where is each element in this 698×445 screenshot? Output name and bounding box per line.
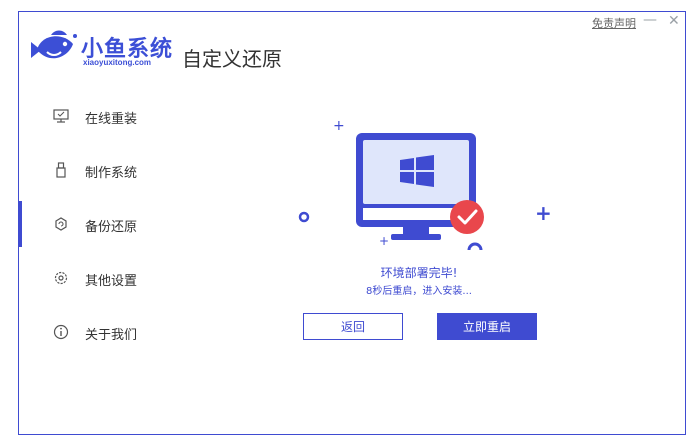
- sidebar-item-about-us[interactable]: 关于我们: [19, 312, 149, 352]
- plus-decoration-icon: +: [379, 234, 389, 248]
- app-url: xiaoyuxitong.com: [83, 58, 152, 67]
- status-countdown: 8秒后重启，进入安装...: [366, 286, 472, 297]
- app-logo: 小鱼系统 xiaoyuxitong.com: [29, 26, 179, 72]
- sidebar-item-online-reinstall[interactable]: 在线重装: [19, 96, 149, 136]
- app-window: 小鱼系统 xiaoyuxitong.com 自定义还原 免责声明 — ✕ 在线重…: [18, 11, 686, 435]
- disclaimer-link[interactable]: 免责声明: [592, 15, 636, 31]
- plus-decoration-icon: +: [333, 118, 345, 134]
- monitor-icon: [53, 109, 69, 123]
- minimize-button[interactable]: —: [643, 12, 657, 28]
- check-badge-icon: [450, 200, 484, 234]
- sidebar-item-label: 制作系统: [85, 166, 138, 181]
- gear-icon: [54, 271, 68, 285]
- sidebar-item-make-system[interactable]: 制作系统: [19, 150, 149, 190]
- deploy-complete-illustration: + + +: [298, 118, 552, 251]
- sidebar-item-label: 备份还原: [85, 220, 138, 235]
- title-bar: 小鱼系统 xiaoyuxitong.com 自定义还原 免责声明 — ✕: [19, 12, 685, 86]
- arc-decoration-icon: [467, 242, 483, 251]
- fish-logo-icon: [31, 30, 77, 59]
- info-icon: [53, 324, 69, 340]
- sidebar-item-label: 在线重装: [85, 112, 138, 127]
- usb-icon: [56, 162, 66, 178]
- sidebar-item-label: 其他设置: [85, 274, 138, 289]
- sidebar-item-other-settings[interactable]: 其他设置: [19, 258, 149, 298]
- sidebar-item-backup-restore[interactable]: 备份还原: [18, 201, 149, 247]
- close-button[interactable]: ✕: [668, 13, 680, 29]
- plus-decoration-icon: +: [535, 201, 552, 225]
- sidebar-item-label: 关于我们: [85, 328, 138, 343]
- backup-icon: [55, 217, 67, 231]
- restart-now-button[interactable]: 立即重启: [437, 313, 537, 340]
- status-title: 环境部署完毕!: [380, 266, 458, 280]
- ring-decoration-icon: [298, 211, 310, 223]
- back-button[interactable]: 返回: [303, 313, 403, 340]
- page-title: 自定义还原: [182, 47, 282, 71]
